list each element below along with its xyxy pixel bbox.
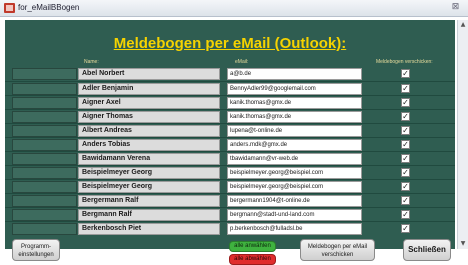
send-checkbox[interactable]: ✓ [401, 112, 410, 121]
table-row: Berkenbosch Piet p.berkenbosch@fulladsl.b… [5, 221, 455, 235]
record-selector[interactable] [12, 111, 77, 123]
email-field[interactable]: kanik.thomas@gmx.de [227, 111, 362, 123]
table-row: Beispielmeyer Georg beispielmeyer.georg@b… [5, 165, 455, 179]
send-checkbox[interactable]: ✓ [401, 168, 410, 177]
email-field[interactable]: bergermann1904@t-online.de [227, 195, 362, 207]
send-checkbox[interactable]: ✓ [401, 126, 410, 135]
table-row: Bawidamann Verena tbawidamann@vr-web.de ✓ [5, 151, 455, 165]
email-form: Meldebogen per eMail (Outlook): Name: eM… [5, 20, 455, 265]
record-selector[interactable] [12, 125, 77, 137]
email-column-header: eMail: [235, 59, 249, 65]
table-row: Aigner Axel kanik.thomas@gmx.de ✓ [5, 95, 455, 109]
table-row: Bergermann Ralf bergermann1904@t-online.d… [5, 193, 455, 207]
email-field[interactable]: p.berkenbosch@fulladsl.be [227, 223, 362, 235]
table-row: Bergmann Ralf bergmann@stadt-und-land.com… [5, 207, 455, 221]
record-selector[interactable] [12, 195, 77, 207]
close-icon[interactable]: ⊠ [450, 2, 461, 13]
window-titlebar: for_eMailBBogen ⊠ [0, 0, 468, 17]
record-selector[interactable] [12, 209, 77, 221]
table-row: Anders Tobias anders.mdk@gmx.de ✓ [5, 137, 455, 151]
send-checkbox[interactable]: ✓ [401, 196, 410, 205]
member-name-field[interactable]: Bergermann Ralf [78, 195, 220, 207]
send-checkbox[interactable]: ✓ [401, 84, 410, 93]
member-name-field[interactable]: Adler Benjamin [78, 83, 220, 95]
member-list: Abel Norbert a@b.de ✓ Adler Benjamin BennyAd… [5, 67, 455, 235]
send-checkbox[interactable]: ✓ [401, 224, 410, 233]
record-selector[interactable] [12, 68, 77, 80]
close-form-button[interactable]: Schließen [403, 239, 451, 261]
email-field[interactable]: bergmann@stadt-und-land.com [227, 209, 362, 221]
email-field[interactable]: BennyAdler99@googlemail.com [227, 83, 362, 95]
member-name-field[interactable]: Aigner Thomas [78, 111, 220, 123]
program-settings-button[interactable]: Programm- einstellungen [12, 239, 60, 261]
record-selector[interactable] [12, 153, 77, 165]
email-field[interactable]: kanik.thomas@gmx.de [227, 97, 362, 109]
send-checkbox[interactable]: ✓ [401, 210, 410, 219]
record-selector[interactable] [12, 83, 77, 95]
email-field[interactable]: beispielmeyer.georg@beispiel.com [227, 181, 362, 193]
email-field[interactable]: beispielmeyer.georg@beispiel.com [227, 167, 362, 179]
table-row: Albert Andreas lupena@t-online.de ✓ [5, 123, 455, 137]
window-title: for_eMailBBogen [18, 3, 80, 12]
record-selector[interactable] [12, 167, 77, 179]
member-name-field[interactable]: Beispielmeyer Georg [78, 167, 220, 179]
table-row: Beispielmeyer Georg beispielmeyer.georg@b… [5, 179, 455, 193]
email-field[interactable]: anders.mdk@gmx.de [227, 139, 362, 151]
email-field[interactable]: tbawidamann@vr-web.de [227, 153, 362, 165]
member-name-field[interactable]: Abel Norbert [78, 68, 220, 80]
record-selector[interactable] [12, 139, 77, 151]
vertical-scrollbar[interactable]: ▲ ▼ [457, 20, 468, 249]
send-email-button[interactable]: Meldebogen per eMail verschicken [300, 239, 375, 261]
deselect-all-button[interactable]: alle abwählen [229, 254, 276, 265]
send-email-label: Meldebogen per eMail verschicken [307, 244, 368, 258]
name-column-header: Name: [84, 59, 99, 65]
table-row: Aigner Thomas kanik.thomas@gmx.de ✓ [5, 109, 455, 123]
send-checkbox[interactable]: ✓ [401, 69, 410, 78]
scroll-down-icon[interactable]: ▼ [458, 239, 468, 249]
member-name-field[interactable]: Berkenbosch Piet [78, 223, 220, 235]
send-column-header: Meldebogen verschicken: [376, 59, 433, 65]
member-name-field[interactable]: Aigner Axel [78, 97, 220, 109]
select-all-button[interactable]: alle anwählen [229, 241, 276, 252]
member-name-field[interactable]: Anders Tobias [78, 139, 220, 151]
email-field[interactable]: a@b.de [227, 68, 362, 80]
send-checkbox[interactable]: ✓ [401, 140, 410, 149]
send-checkbox[interactable]: ✓ [401, 154, 410, 163]
send-checkbox[interactable]: ✓ [401, 182, 410, 191]
member-name-field[interactable]: Bawidamann Verena [78, 153, 220, 165]
member-name-field[interactable]: Beispielmeyer Georg [78, 181, 220, 193]
record-selector[interactable] [12, 181, 77, 193]
program-settings-label: Programm- einstellungen [18, 244, 54, 258]
table-row: Abel Norbert a@b.de ✓ [5, 67, 455, 81]
record-selector[interactable] [12, 97, 77, 109]
send-checkbox[interactable]: ✓ [401, 98, 410, 107]
member-name-field[interactable]: Bergmann Ralf [78, 209, 220, 221]
member-name-field[interactable]: Albert Andreas [78, 125, 220, 137]
form-heading: Meldebogen per eMail (Outlook): [113, 35, 347, 52]
record-selector[interactable] [12, 223, 77, 235]
email-field[interactable]: lupena@t-online.de [227, 125, 362, 137]
table-row: Adler Benjamin BennyAdler99@googlemail.co… [5, 81, 455, 95]
scroll-up-icon[interactable]: ▲ [458, 20, 468, 30]
form-icon [4, 3, 15, 13]
